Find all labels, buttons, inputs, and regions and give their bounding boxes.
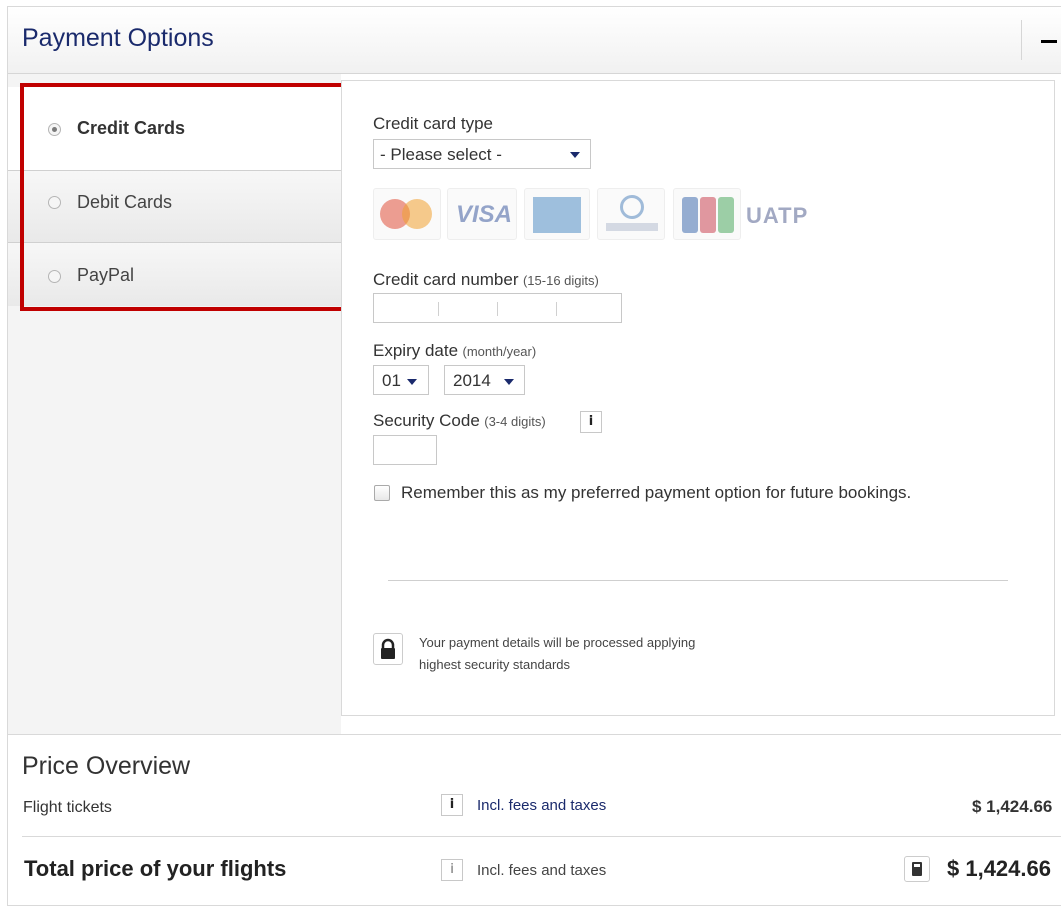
visa-logo: VISA <box>447 188 517 240</box>
card-number-hint: (15-16 digits) <box>522 273 599 288</box>
card-type-label: Credit card type <box>373 114 493 133</box>
chevron-down-icon <box>570 152 580 158</box>
expiry-month-value: 01 <box>382 371 401 390</box>
fees-note: Incl. fees and taxes <box>477 797 607 814</box>
card-number-input[interactable] <box>373 293 622 323</box>
info-icon[interactable]: i <box>441 859 463 881</box>
security-code-label: Security Code <box>373 411 480 430</box>
diners-club-logo <box>597 188 665 240</box>
collapse-button[interactable] <box>1021 20 1061 60</box>
security-note: Your payment details will be processed a… <box>419 632 695 676</box>
security-code-hint: (3-4 digits) <box>484 414 546 429</box>
flight-tickets-label: Flight tickets <box>23 799 112 816</box>
expiry-hint: (month/year) <box>462 344 537 359</box>
info-icon[interactable]: i <box>441 794 463 816</box>
divider <box>22 836 1061 837</box>
chevron-down-icon <box>407 379 417 385</box>
total-price-label: Total price of your flights <box>24 856 287 881</box>
minus-icon <box>1041 40 1057 43</box>
uatp-logo: UATP <box>746 203 809 228</box>
remember-label: Remember this as my preferred payment op… <box>401 483 912 502</box>
divider <box>388 580 1008 581</box>
total-price-amount: $ 1,424.66 <box>947 856 1051 881</box>
security-note-line-1: Your payment details will be processed a… <box>419 635 696 650</box>
amex-logo <box>524 188 590 240</box>
jcb-logo <box>673 188 741 240</box>
chevron-down-icon <box>504 379 514 385</box>
calculator-icon[interactable] <box>904 856 930 882</box>
highlight-frame <box>20 83 345 311</box>
fees-note: Incl. fees and taxes <box>477 862 607 879</box>
card-number-label: Credit card number <box>373 270 519 289</box>
lock-icon <box>373 633 403 665</box>
security-code-input[interactable] <box>373 435 437 465</box>
page-title: Payment Options <box>22 24 214 52</box>
security-code-label-row: Security Code (3-4 digits) <box>373 411 546 431</box>
card-type-select[interactable]: - Please select - <box>373 139 591 169</box>
expiry-label: Expiry date <box>373 341 459 360</box>
credit-card-form-panel <box>341 80 1055 716</box>
flight-tickets-amount: $ 1,424.66 <box>972 797 1053 816</box>
expiry-year-value: 2014 <box>453 371 491 390</box>
price-overview-title: Price Overview <box>22 752 191 780</box>
card-number-label-row: Credit card number (15-16 digits) <box>373 270 599 290</box>
remember-checkbox[interactable] <box>374 485 390 501</box>
mastercard-logo <box>373 188 441 240</box>
info-icon[interactable]: i <box>580 411 602 433</box>
security-note-line-2: highest security standards <box>419 657 571 672</box>
expiry-year-select[interactable]: 2014 <box>444 365 525 395</box>
expiry-month-select[interactable]: 01 <box>373 365 429 395</box>
card-type-value: - Please select - <box>380 145 502 164</box>
expiry-label-row: Expiry date (month/year) <box>373 341 536 361</box>
